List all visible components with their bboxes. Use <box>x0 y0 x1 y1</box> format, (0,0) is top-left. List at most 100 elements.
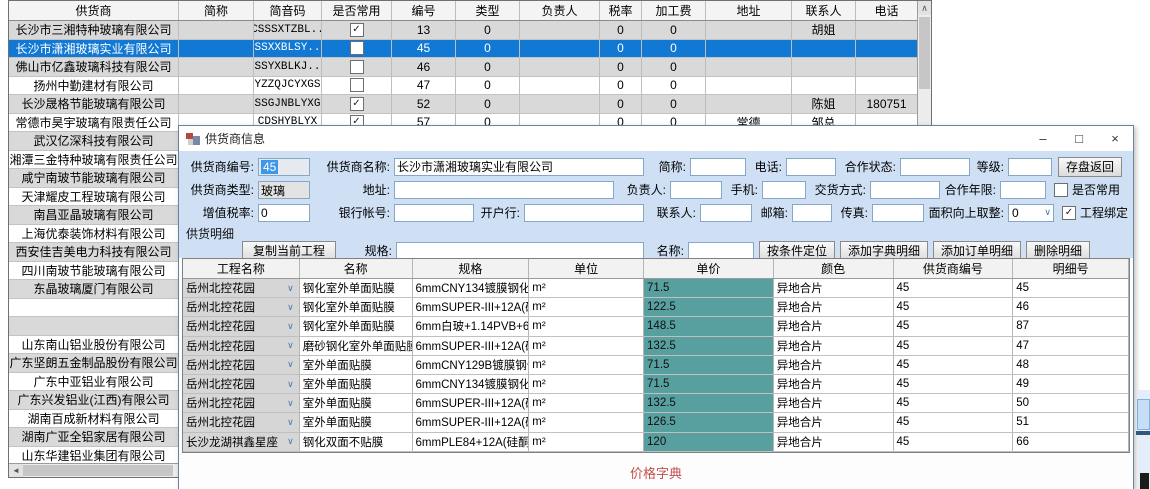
detail-column-header[interactable]: 单位 <box>529 259 644 278</box>
detail-cell: m² <box>529 298 644 317</box>
address-label: 地址: <box>310 181 394 198</box>
mobile-field[interactable] <box>762 181 806 199</box>
common-use-checkbox[interactable] <box>350 41 364 55</box>
supplier-cell: 46 <box>392 58 456 77</box>
column-header[interactable]: 税率 <box>600 1 642 20</box>
horizontal-scroll-thumb[interactable] <box>23 465 173 476</box>
detail-row[interactable]: 岳州北控花园∨室外单面贴膜6mmCNY134镀膜钢化m²71.5异地合片4549 <box>183 375 1129 394</box>
save-return-button[interactable]: 存盘返回 <box>1058 157 1122 177</box>
project-name-combo[interactable]: 岳州北控花园∨ <box>183 317 300 336</box>
scroll-up-icon[interactable]: ∧ <box>918 1 931 15</box>
project-name-combo[interactable]: 岳州北控花园∨ <box>183 413 300 432</box>
project-name-combo[interactable]: 岳州北控花园∨ <box>183 394 300 413</box>
detail-column-header[interactable]: 规格 <box>413 259 530 278</box>
supplier-row[interactable]: 佛山市亿鑫玻璃科技有限公司FSSYXBLKJ...46000 <box>9 58 931 77</box>
bank-branch-field[interactable] <box>524 204 644 222</box>
column-header[interactable]: 编号 <box>392 1 456 20</box>
email-field[interactable] <box>792 204 832 222</box>
checkbox-icon[interactable]: ✓ <box>1062 206 1076 220</box>
fax-field[interactable] <box>872 204 924 222</box>
supplier-row[interactable]: 扬州中勤建材有限公司YZZQJCYXGS47000 <box>9 77 931 96</box>
column-header[interactable]: 电话 <box>856 1 918 20</box>
vertical-scroll-thumb[interactable] <box>919 17 930 89</box>
supplier-cell <box>9 317 179 336</box>
name-filter-input[interactable] <box>688 242 754 259</box>
common-use-checkbox[interactable]: ✓ <box>350 23 364 37</box>
combo-arrow-icon: ∨ <box>287 321 296 332</box>
phone-field[interactable] <box>786 158 836 176</box>
column-header[interactable]: 供货商 <box>9 1 179 20</box>
scroll-left-icon[interactable]: ◄ <box>9 464 23 477</box>
supplier-cell: 扬州中勤建材有限公司 <box>9 77 179 96</box>
project-name-combo[interactable]: 岳州北控花园∨ <box>183 337 300 356</box>
supplier-cell: 广东中亚铝业有限公司 <box>9 373 179 392</box>
grade-field[interactable] <box>1008 158 1052 176</box>
vat-rate-field[interactable] <box>258 204 310 222</box>
detail-column-header[interactable]: 明细号 <box>1013 259 1129 278</box>
supplier-id-field[interactable]: 45 <box>258 158 310 176</box>
column-header[interactable]: 类型 <box>456 1 520 20</box>
spec-filter-input[interactable] <box>396 242 644 259</box>
supplier-type-field[interactable]: 玻璃 <box>258 181 310 199</box>
bank-account-field[interactable] <box>394 204 474 222</box>
detail-column-header[interactable]: 工程名称 <box>183 259 300 278</box>
detail-row[interactable]: 岳州北控花园∨室外单面贴膜6mmCNY129B镀膜钢化m²71.5异地合片454… <box>183 356 1129 375</box>
short-name-field[interactable] <box>690 158 746 176</box>
area-round-up-combo[interactable]: 0 ∨ <box>1008 204 1054 222</box>
column-header[interactable]: 简音码 <box>254 1 322 20</box>
minimize-button[interactable]: – <box>1025 126 1061 151</box>
supplier-row[interactable]: 长沙晟格节能玻璃有限公司CSSGJNBLYXGS✓52000陈姐180751 <box>9 95 931 114</box>
project-name-combo[interactable]: 岳州北控花园∨ <box>183 375 300 394</box>
detail-row[interactable]: 岳州北控花园∨钢化室外单面贴膜6mmCNY134镀膜钢化m²71.5异地合片45… <box>183 279 1129 298</box>
coop-years-field[interactable] <box>1000 181 1046 199</box>
detail-row[interactable]: 岳州北控花园∨磨砂钢化室外单面贴膜6mmSUPER-III+12A(硅...m²… <box>183 337 1129 356</box>
delete-detail-button[interactable]: 删除明细 <box>1026 241 1090 259</box>
detail-column-header[interactable]: 颜色 <box>774 259 894 278</box>
column-header[interactable]: 联系人 <box>792 1 856 20</box>
project-bind-toggle[interactable]: ✓ 工程绑定 <box>1062 204 1128 221</box>
supplier-cell: 0 <box>456 58 520 77</box>
detail-column-header[interactable]: 供货商编号 <box>894 259 1014 278</box>
detail-row[interactable]: 长沙龙湖祺鑫星座∨钢化双面不贴膜6mmPLE84+12A(硅酮胶...m²120… <box>183 433 1129 452</box>
detail-column-header[interactable]: 单价 <box>644 259 774 278</box>
maximize-button[interactable]: □ <box>1061 126 1097 151</box>
project-name-combo[interactable]: 长沙龙湖祺鑫星座∨ <box>183 433 300 452</box>
locate-by-condition-button[interactable]: 按条件定位 <box>759 241 835 259</box>
add-order-detail-button[interactable]: 添加订单明细 <box>933 241 1021 259</box>
delivery-method-field[interactable] <box>870 181 940 199</box>
column-header[interactable]: 简称 <box>179 1 254 20</box>
detail-cell: 异地合片 <box>774 413 894 432</box>
detail-row[interactable]: 岳州北控花园∨钢化室外单面贴膜6mmSUPER-III+12A(硅...m²12… <box>183 298 1129 317</box>
detail-row[interactable]: 岳州北控花园∨钢化室外单面贴膜6mm白玻+1.14PVB+6mm...m²148… <box>183 317 1129 336</box>
dialog-title-bar[interactable]: 供货商信息 – □ × <box>179 126 1133 151</box>
common-use-checkbox[interactable] <box>350 78 364 92</box>
coop-status-field[interactable] <box>900 158 970 176</box>
project-name-combo[interactable]: 岳州北控花园∨ <box>183 279 300 298</box>
address-field[interactable] <box>394 181 614 199</box>
supplier-grid-header: 供货商简称简音码是否常用编号类型负责人税率加工费地址联系人电话 <box>9 1 931 21</box>
column-header[interactable]: 加工费 <box>642 1 706 20</box>
checkbox-icon[interactable] <box>1054 183 1068 197</box>
close-button[interactable]: × <box>1097 126 1133 151</box>
column-header[interactable]: 是否常用 <box>322 1 392 20</box>
column-header[interactable]: 负责人 <box>520 1 600 20</box>
common-use-checkbox[interactable]: ✓ <box>350 97 364 111</box>
supplier-row[interactable]: 长沙市潇湘玻璃实业有限公司CSSXXBLSY...45000 <box>9 40 931 59</box>
manager-field[interactable] <box>670 181 722 199</box>
add-dictionary-detail-button[interactable]: 添加字典明细 <box>840 241 928 259</box>
contact-field[interactable] <box>700 204 752 222</box>
supplier-row[interactable]: 长沙市三湘特种玻璃有限公司CSSSXTZBL..✓13000胡姐 <box>9 21 931 40</box>
column-header[interactable]: 地址 <box>706 1 792 20</box>
project-name-combo[interactable]: 岳州北控花园∨ <box>183 356 300 375</box>
common-use-toggle[interactable]: 是否常用 <box>1054 181 1120 198</box>
form-icon <box>186 133 200 145</box>
supplier-name-field[interactable] <box>394 158 644 176</box>
copy-current-project-button[interactable]: 复制当前工程 <box>242 241 336 259</box>
detail-row[interactable]: 岳州北控花园∨室外单面贴膜6mmSUPER-III+12A(硅...m²132.… <box>183 394 1129 413</box>
supplier-cell: 0 <box>600 77 642 96</box>
common-use-checkbox[interactable] <box>350 60 364 74</box>
detail-column-header[interactable]: 名称 <box>300 259 413 278</box>
detail-row[interactable]: 岳州北控花园∨室外单面贴膜6mmSUPER-III+12A(硅...m²126.… <box>183 413 1129 432</box>
area-round-up-label: 面积向上取整: <box>924 204 1008 221</box>
project-name-combo[interactable]: 岳州北控花园∨ <box>183 298 300 317</box>
